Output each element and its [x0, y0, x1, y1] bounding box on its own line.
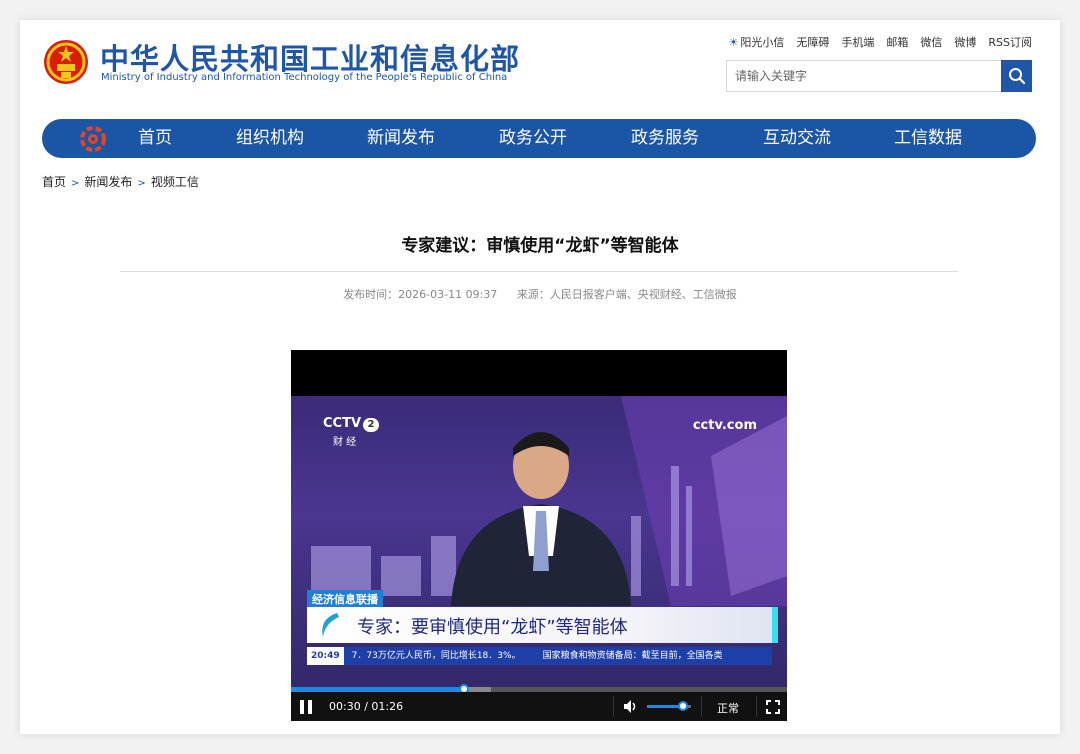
- search-button[interactable]: [1001, 60, 1032, 92]
- top-link-mail[interactable]: 邮箱: [886, 34, 908, 50]
- swoosh-icon: [322, 613, 339, 637]
- news-ticker: 20:49 7．73万亿元人民币，同比增长18．3%。 国家粮食和物资储备局：截至目…: [307, 647, 772, 665]
- program-tag: 经济信息联播: [307, 590, 383, 608]
- channel-number: 2: [363, 418, 380, 432]
- breadcrumb-home[interactable]: 首页: [42, 175, 66, 189]
- top-link-weibo[interactable]: 微博: [954, 34, 976, 50]
- article-meta: 发布时间：2026-03-11 09:37 来源：人民日报客户端、央视财经、工信…: [20, 286, 1060, 302]
- timecode: 00:30 / 01:26: [329, 700, 404, 713]
- title-divider: [120, 271, 958, 272]
- channel-logo-text: CCTV: [323, 416, 362, 431]
- volume-icon[interactable]: [623, 699, 639, 714]
- video-frame[interactable]: CCTV 2 财 经 cctv.com 经济信息联播 专家：要审慎使用“龙虾”等智能…: [291, 396, 787, 687]
- nav-item-data[interactable]: 工信数据: [894, 119, 962, 158]
- nav-item-news[interactable]: 新闻发布: [367, 119, 435, 158]
- volume-handle[interactable]: [678, 701, 689, 711]
- miit-logo-icon: [80, 126, 106, 152]
- nav-item-home[interactable]: 首页: [138, 119, 172, 158]
- divider: [756, 696, 757, 717]
- video-player[interactable]: CCTV 2 财 经 cctv.com 经济信息联播 专家：要审慎使用“龙虾”等智能…: [291, 350, 787, 721]
- top-link-wechat[interactable]: 微信: [920, 34, 942, 50]
- player-controls: 00:30 / 01:26 正常: [291, 692, 787, 721]
- article-title: 专家建议：审慎使用“龙虾”等智能体: [401, 236, 679, 256]
- nav-item-organization[interactable]: 组织机构: [236, 119, 304, 158]
- playback-speed-button[interactable]: 正常: [717, 700, 739, 716]
- ticker-time: 20:49: [307, 647, 344, 665]
- volume-slider[interactable]: [647, 701, 691, 711]
- cctv-com-logo: cctv.com: [692, 418, 757, 433]
- breadcrumb-news[interactable]: 新闻发布: [84, 175, 132, 189]
- headline-banner: 专家：要审慎使用“龙虾”等智能体: [307, 607, 778, 643]
- divider: [613, 696, 614, 717]
- channel-name: 财 经: [333, 437, 357, 448]
- nav-item-gov-services[interactable]: 政务服务: [631, 119, 699, 158]
- search-box: [726, 60, 1032, 92]
- divider: [701, 696, 702, 717]
- ticker-text-1: 7．73万亿元人民币，同比增长18．3%。: [351, 651, 521, 661]
- top-link-mobile[interactable]: 手机端: [841, 34, 874, 50]
- national-emblem-icon: [44, 40, 88, 84]
- top-links: ☀ 阳光小信 无障碍 手机端 邮箱 微信 微博 RSS订阅: [729, 34, 1032, 50]
- breadcrumb: 首页 > 新闻发布 > 视频工信: [42, 173, 199, 190]
- search-input[interactable]: [727, 61, 997, 91]
- search-icon: [1008, 68, 1025, 85]
- nav-item-gov-affairs[interactable]: 政务公开: [499, 119, 567, 158]
- top-link-accessibility[interactable]: 无障碍: [796, 34, 829, 50]
- article-source: 来源：人民日报客户端、央视财经、工信微报: [516, 288, 737, 301]
- top-link-rss[interactable]: RSS订阅: [988, 34, 1032, 50]
- site-title-en: Ministry of Industry and Information Tec…: [101, 72, 508, 83]
- fullscreen-icon[interactable]: [766, 700, 780, 714]
- pause-button[interactable]: [299, 700, 313, 714]
- top-link-label: 阳光小信: [740, 36, 785, 49]
- breadcrumb-video[interactable]: 视频工信: [151, 175, 199, 189]
- publish-time: 发布时间：2026-03-11 09:37: [343, 288, 498, 301]
- cctv2-logo: CCTV 2 财 经: [323, 416, 380, 448]
- breadcrumb-separator: >: [137, 178, 146, 189]
- ticker-text-2: 国家粮食和物资储备局：截至目前，全国各类: [542, 651, 723, 661]
- sunshine-icon: ☀: [728, 36, 739, 49]
- page: 中华人民共和国工业和信息化部 Ministry of Industry and …: [20, 20, 1060, 734]
- nav-item-interaction[interactable]: 互动交流: [763, 119, 831, 158]
- top-link-sunshine[interactable]: ☀ 阳光小信: [729, 34, 785, 50]
- headline-text: 专家：要审慎使用“龙虾”等智能体: [357, 617, 628, 638]
- main-nav: 首页 组织机构 新闻发布 政务公开 政务服务 互动交流 工信数据: [42, 119, 1036, 158]
- breadcrumb-separator: >: [71, 178, 80, 189]
